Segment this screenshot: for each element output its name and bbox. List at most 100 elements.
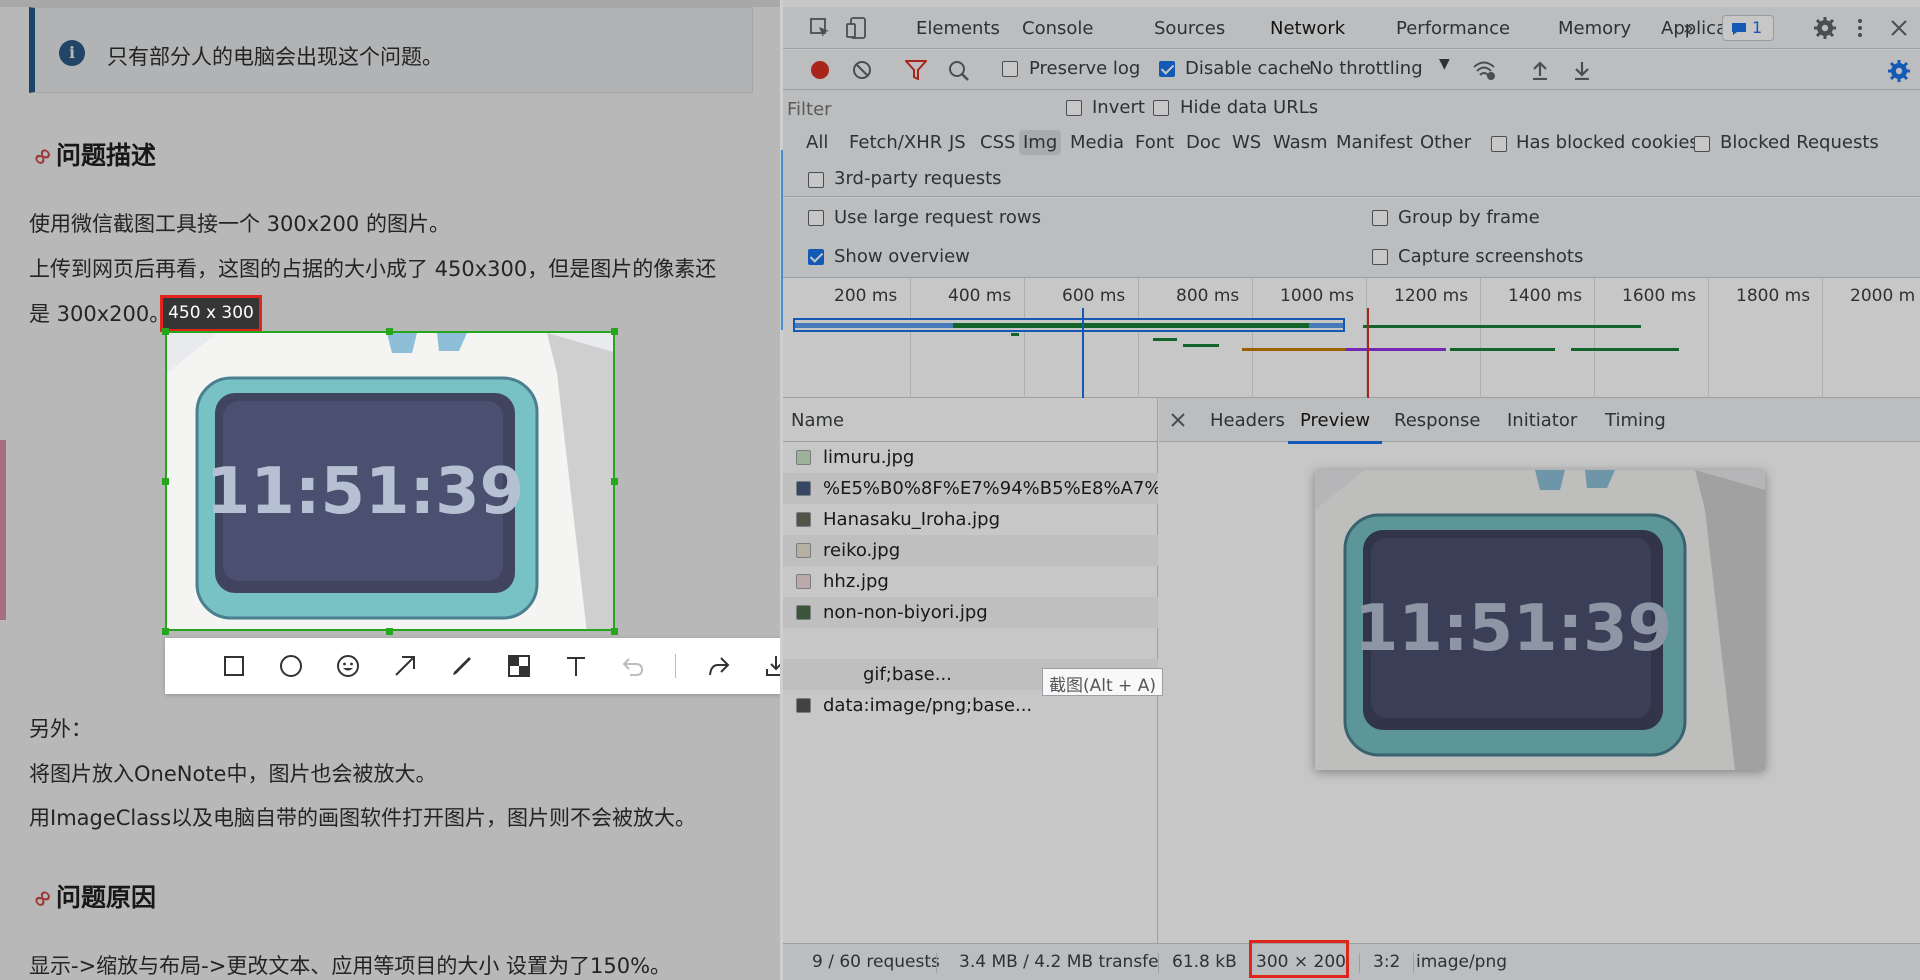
issues-badge[interactable]: 1: [1722, 15, 1774, 41]
mosaic-icon[interactable]: [490, 638, 547, 694]
resize-handle[interactable]: [611, 628, 618, 635]
preserve-log-checkbox[interactable]: [1002, 61, 1018, 77]
download-icon[interactable]: [747, 638, 780, 694]
clear-icon[interactable]: [852, 60, 872, 80]
share-icon[interactable]: [690, 638, 747, 694]
capture-selection[interactable]: 11:51:39: [165, 331, 615, 631]
resize-handle[interactable]: [162, 328, 169, 335]
network-settings-gear-icon[interactable]: [1887, 59, 1911, 83]
overview-bar: [1011, 333, 1019, 336]
record-icon[interactable]: [810, 60, 830, 80]
tab-elements[interactable]: Elements: [916, 18, 1000, 39]
filter-other[interactable]: Other: [1420, 132, 1471, 153]
resize-handle[interactable]: [386, 628, 393, 635]
request-name: non-non-biyori.jpg: [823, 602, 988, 623]
throttling-select[interactable]: No throttling: [1309, 58, 1423, 79]
tab-console[interactable]: Console: [1022, 18, 1093, 39]
gridline: [1138, 278, 1139, 398]
inspect-element-icon[interactable]: [809, 17, 831, 39]
request-name: data:image/png;base...: [823, 695, 1033, 716]
request-row[interactable]: hhz.jpg: [783, 566, 1158, 597]
filter-fetch-xhr[interactable]: Fetch/XHR: [849, 132, 942, 153]
has-blocked-cookies-checkbox[interactable]: [1491, 136, 1507, 152]
blocked-requests-label: Blocked Requests: [1720, 132, 1879, 153]
text-icon[interactable]: [547, 638, 604, 694]
filter-css[interactable]: CSS: [980, 132, 1015, 153]
resize-handle[interactable]: [162, 628, 169, 635]
link-icon[interactable]: ∞: [25, 139, 59, 173]
settings-gear-icon[interactable]: [1813, 16, 1837, 40]
request-row[interactable]: limuru.jpg: [783, 442, 1158, 473]
resize-handle[interactable]: [162, 478, 169, 485]
toolbar-divider: [675, 654, 676, 678]
third-party-label: 3rd-party requests: [834, 168, 1002, 189]
filter-img[interactable]: Img: [1019, 130, 1062, 155]
request-row[interactable]: non-non-biyori.jpg: [783, 597, 1158, 628]
network-conditions-icon[interactable]: [1472, 59, 1496, 81]
request-detail-pane: Headers Preview Response Initiator Timin…: [1159, 398, 1920, 943]
blocked-requests-checkbox[interactable]: [1694, 136, 1710, 152]
chevron-down-icon[interactable]: ▼: [1439, 56, 1450, 72]
tab-sources[interactable]: Sources: [1154, 18, 1225, 39]
capture-screenshots-checkbox[interactable]: [1372, 249, 1388, 265]
disable-cache-checkbox[interactable]: [1159, 61, 1175, 77]
transferred-size: 3.4 MB / 4.2 MB transferr: [959, 952, 1159, 972]
filter-manifest[interactable]: Manifest: [1336, 132, 1413, 153]
pen-icon[interactable]: [433, 638, 490, 694]
tab-headers[interactable]: Headers: [1210, 410, 1285, 431]
third-party-checkbox[interactable]: [808, 172, 824, 188]
request-row[interactable]: [783, 628, 1158, 659]
request-name: gif;base...: [863, 664, 952, 685]
show-overview-checkbox[interactable]: [808, 249, 824, 265]
gridline: [1252, 278, 1253, 398]
import-har-icon[interactable]: [1531, 60, 1549, 80]
resource-size: 61.8 kB: [1172, 952, 1237, 972]
invert-label: Invert: [1092, 97, 1145, 118]
link-icon[interactable]: ∞: [25, 881, 59, 915]
export-har-icon[interactable]: [1573, 60, 1591, 80]
network-toolbar: Preserve log Disable cache No throttling…: [783, 50, 1920, 90]
group-by-frame-checkbox[interactable]: [1372, 210, 1388, 226]
network-overview[interactable]: 200 ms 400 ms 600 ms 800 ms 1000 ms 1200…: [783, 278, 1920, 398]
more-options-icon[interactable]: [1856, 17, 1864, 39]
request-row[interactable]: %E5%B0%8F%E7%94%B5%E8%A7%8...: [783, 473, 1158, 504]
name-column-header[interactable]: Name: [783, 398, 1158, 442]
request-row[interactable]: Hanasaku_Iroha.jpg: [783, 504, 1158, 535]
resize-handle[interactable]: [611, 328, 618, 335]
filter-font[interactable]: Font: [1135, 132, 1174, 153]
tab-timing[interactable]: Timing: [1605, 410, 1666, 431]
device-toolbar-icon[interactable]: [845, 16, 867, 40]
filter-input[interactable]: [787, 95, 1047, 123]
filter-js[interactable]: JS: [949, 132, 966, 153]
filter-icon[interactable]: [905, 60, 927, 80]
request-row[interactable]: reiko.jpg: [783, 535, 1158, 566]
capture-tooltip: 截图(Alt + A): [1042, 668, 1163, 696]
filter-wasm[interactable]: Wasm: [1273, 132, 1328, 153]
overview-bar: [1153, 338, 1177, 341]
emoji-icon[interactable]: [319, 638, 376, 694]
hide-data-urls-checkbox[interactable]: [1153, 100, 1169, 116]
resize-handle[interactable]: [611, 478, 618, 485]
close-devtools-icon[interactable]: [1889, 18, 1909, 38]
rectangle-icon[interactable]: [205, 638, 262, 694]
resize-handle[interactable]: [386, 328, 393, 335]
filter-doc[interactable]: Doc: [1186, 132, 1221, 153]
tab-initiator[interactable]: Initiator: [1507, 410, 1577, 431]
filter-media[interactable]: Media: [1070, 132, 1124, 153]
more-tabs-icon[interactable]: »: [1683, 18, 1694, 39]
tab-network[interactable]: Network: [1255, 18, 1360, 53]
large-rows-checkbox[interactable]: [808, 210, 824, 226]
filter-all[interactable]: All: [806, 132, 828, 153]
ellipse-icon[interactable]: [262, 638, 319, 694]
tab-preview[interactable]: Preview: [1287, 410, 1383, 444]
search-icon[interactable]: [948, 60, 970, 82]
tab-performance[interactable]: Performance: [1396, 18, 1510, 39]
filter-ws[interactable]: WS: [1232, 132, 1261, 153]
undo-icon[interactable]: [604, 638, 661, 694]
clock-text: 11:51:39: [206, 455, 524, 529]
paragraph: 上传到网页后再看，这图的占据的大小成了 450x300，但是图片的像素还: [29, 257, 717, 281]
tab-response[interactable]: Response: [1394, 410, 1480, 431]
arrow-icon[interactable]: [376, 638, 433, 694]
invert-checkbox[interactable]: [1066, 100, 1082, 116]
close-icon[interactable]: [1171, 413, 1185, 427]
